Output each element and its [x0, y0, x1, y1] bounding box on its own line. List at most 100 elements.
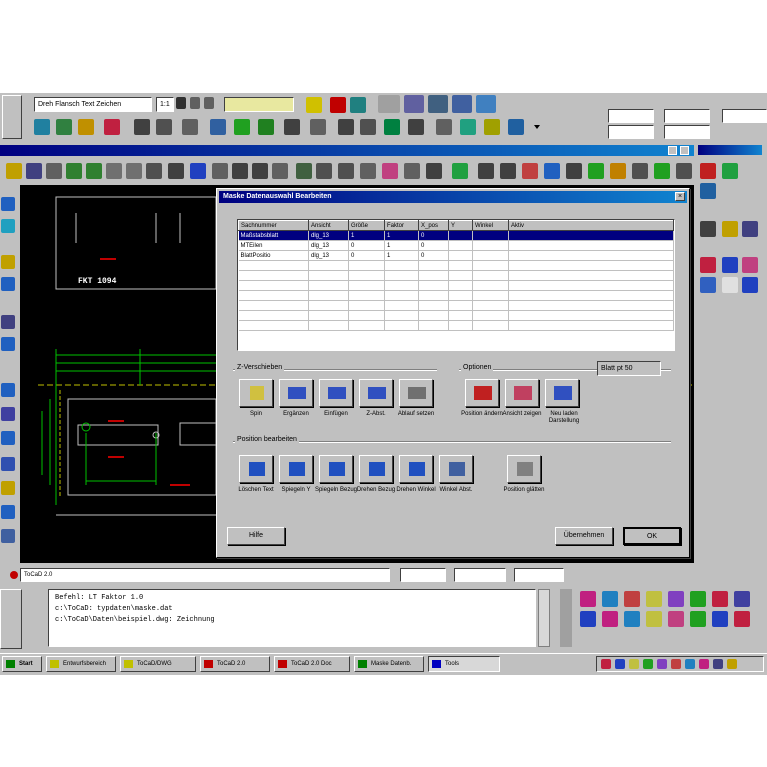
lamp-icon[interactable] [306, 97, 322, 113]
open-icon[interactable] [6, 163, 22, 179]
palette-pin-icon[interactable] [700, 277, 716, 293]
sym-icon[interactable] [580, 611, 596, 627]
green-tool-icon[interactable] [452, 163, 468, 179]
chevron-down-icon[interactable] [534, 125, 540, 129]
angle-distance-button[interactable] [439, 455, 473, 483]
sym-icon[interactable] [668, 611, 684, 627]
taskbar-item[interactable]: ToCaD 2.0 Doc [274, 656, 350, 672]
command-window[interactable]: Befehl: LT Faktor 1.0 c:\ToCaD: typdaten… [48, 589, 536, 647]
view-show-button[interactable] [505, 379, 539, 407]
draw-rect-icon[interactable] [1, 277, 15, 291]
dialog-close-button[interactable]: × [675, 192, 685, 201]
sym-icon[interactable] [690, 611, 706, 627]
draw-arc-icon[interactable] [1, 255, 15, 269]
col-header[interactable]: Y [448, 220, 473, 231]
cursor-icon[interactable] [168, 163, 184, 179]
table-row[interactable] [238, 280, 674, 291]
pen2-icon[interactable] [566, 163, 582, 179]
table2-icon[interactable] [156, 119, 172, 135]
redo-icon[interactable] [86, 163, 102, 179]
col-header[interactable]: X_pos [418, 220, 449, 231]
tray-icon[interactable] [699, 659, 709, 669]
start-button[interactable]: Start [2, 656, 42, 672]
sym-icon[interactable] [580, 591, 596, 607]
tray-icon[interactable] [671, 659, 681, 669]
tray-icon[interactable] [685, 659, 695, 669]
save-icon[interactable] [26, 163, 42, 179]
grid2-icon[interactable] [436, 119, 452, 135]
taskbar-item[interactable]: Maske Datenb. [354, 656, 424, 672]
rotate-angle-button[interactable] [399, 455, 433, 483]
palette-bearing-icon[interactable] [722, 277, 738, 293]
palette-gear-icon[interactable] [700, 257, 716, 273]
draw-sym-icon[interactable] [1, 431, 15, 445]
grid4-icon[interactable] [676, 163, 692, 179]
dim-icon[interactable] [338, 119, 354, 135]
brush2-icon[interactable] [610, 163, 626, 179]
palette-nut-icon[interactable] [722, 257, 738, 273]
taskbar-item-active[interactable]: Tools [428, 656, 500, 672]
table-row[interactable] [238, 310, 674, 321]
sym-icon[interactable] [624, 611, 640, 627]
drag-handle[interactable] [2, 95, 22, 139]
draw-text-icon[interactable] [1, 337, 15, 351]
sym-icon[interactable] [646, 611, 662, 627]
sym-icon[interactable] [624, 591, 640, 607]
draw-poly-icon[interactable] [1, 315, 15, 329]
grid-icon[interactable] [190, 97, 200, 109]
tray-icon[interactable] [727, 659, 737, 669]
table-row[interactable] [238, 270, 674, 281]
palette-part-icon[interactable] [700, 183, 716, 199]
palette-screw-icon[interactable] [742, 221, 758, 237]
layer-icon[interactable] [146, 163, 162, 179]
layer-table-icon[interactable] [258, 119, 274, 135]
mirror-y-button[interactable] [279, 455, 313, 483]
print-icon[interactable] [46, 163, 62, 179]
tray-icon[interactable] [657, 659, 667, 669]
apply-button[interactable]: Übernehmen [555, 527, 613, 545]
window-icon[interactable] [212, 163, 228, 179]
taskbar-item[interactable]: Entwurfsbereich [46, 656, 116, 672]
measure-icon[interactable] [296, 163, 312, 179]
draw-move-icon[interactable] [1, 505, 15, 519]
parts-table[interactable]: Sachnummer Ansicht Größe Faktor X_pos Y … [237, 219, 675, 351]
vector-icon[interactable] [210, 119, 226, 135]
coord-x-field[interactable] [608, 109, 654, 123]
rotate-ref-button[interactable] [359, 455, 393, 483]
palette-tool-icon[interactable] [700, 221, 716, 237]
tray-icon[interactable] [601, 659, 611, 669]
plot-icon[interactable] [478, 163, 494, 179]
eraser-icon[interactable] [484, 119, 500, 135]
spin-button[interactable] [239, 379, 273, 407]
palette-green-icon[interactable] [722, 163, 738, 179]
tray-icon[interactable] [629, 659, 639, 669]
z-distance-button[interactable] [359, 379, 393, 407]
insert-button[interactable] [279, 379, 313, 407]
close-window-button[interactable] [680, 146, 689, 155]
status-field-2[interactable] [400, 568, 446, 582]
ruler-icon[interactable] [384, 119, 400, 135]
draw-erase-icon[interactable] [1, 481, 15, 495]
status-field-4[interactable] [514, 568, 564, 582]
tray-icon[interactable] [615, 659, 625, 669]
position-change-button[interactable] [465, 379, 499, 407]
sym-icon[interactable] [668, 591, 684, 607]
bag-icon[interactable] [452, 95, 472, 113]
table-icon[interactable] [134, 119, 150, 135]
info-icon[interactable] [190, 163, 206, 179]
zoom-all-icon[interactable] [252, 163, 268, 179]
command-scrollbar[interactable] [538, 589, 550, 647]
pen-icon[interactable] [330, 97, 346, 113]
maximize-button[interactable] [668, 146, 677, 155]
table-row[interactable] [238, 260, 674, 271]
col-header[interactable]: Faktor [384, 220, 419, 231]
status-field-1[interactable]: ToCaD 2.0 [20, 568, 390, 582]
flag-icon[interactable] [428, 95, 448, 113]
block-icon[interactable] [338, 163, 354, 179]
palette-bolt-icon[interactable] [700, 163, 716, 179]
attr-icon[interactable] [360, 163, 376, 179]
list-icon[interactable] [316, 163, 332, 179]
smooth-position-button[interactable] [507, 455, 541, 483]
paint-icon[interactable] [382, 163, 398, 179]
sym-icon[interactable] [602, 611, 618, 627]
